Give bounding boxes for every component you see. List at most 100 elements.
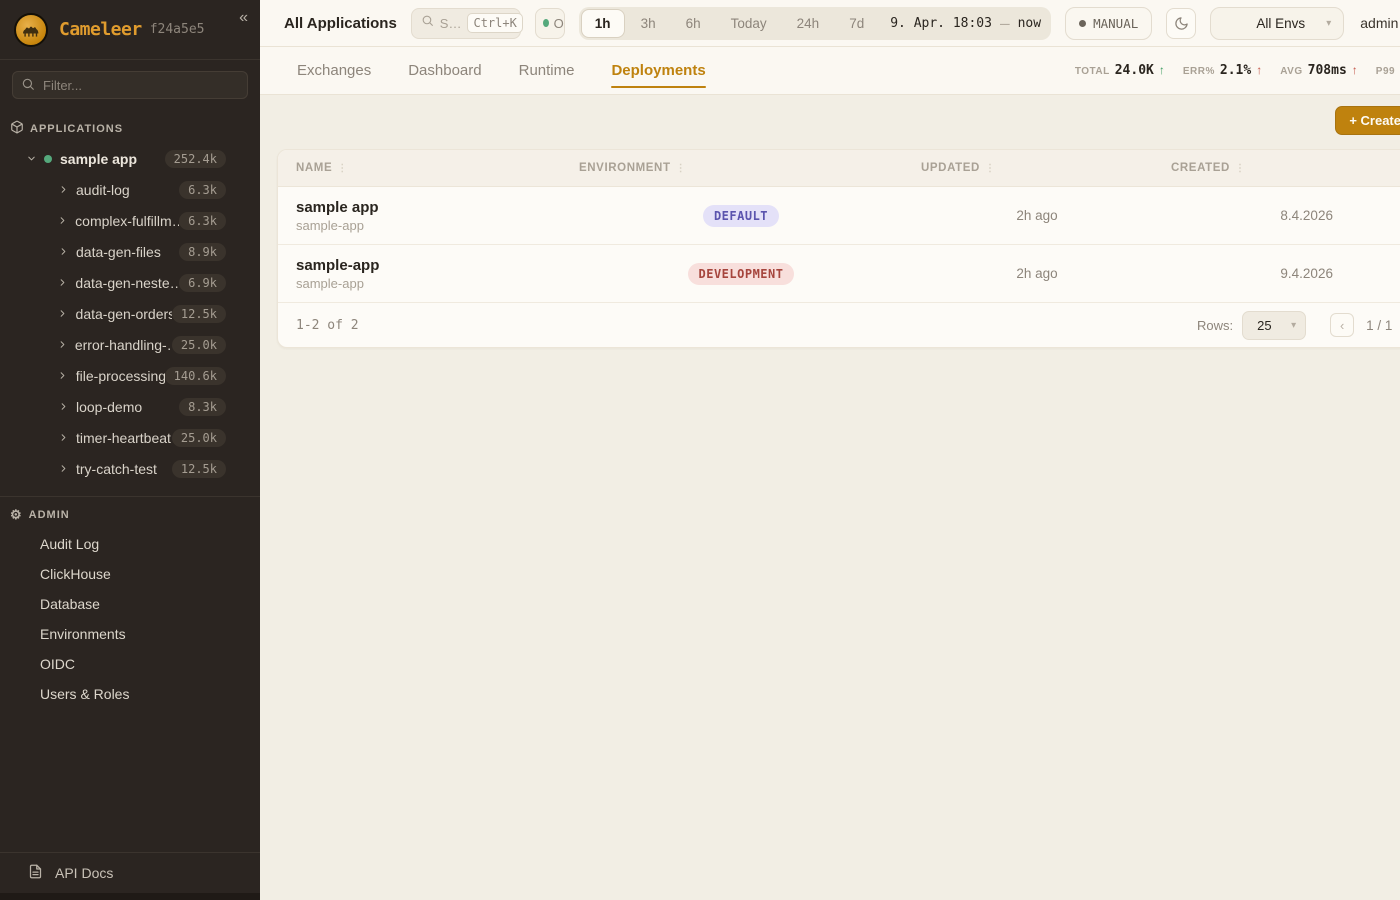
- sidebar-item-environments[interactable]: Environments: [0, 619, 260, 649]
- sidebar-item-timer-heartbeat[interactable]: timer-heartbeat 25.0k: [0, 422, 260, 453]
- sidebar-collapse-icon[interactable]: «: [239, 10, 248, 26]
- gear-icon: ⚙: [10, 507, 23, 523]
- sidebar-item-try-catch-test[interactable]: try-catch-test 12.5k: [0, 453, 260, 484]
- theme-toggle-button[interactable]: [1166, 8, 1196, 39]
- sidebar-item-audit-log-admin[interactable]: Audit Log: [0, 529, 260, 559]
- deployment-slug: sample-app: [296, 276, 561, 291]
- sidebar-filter: [12, 71, 248, 99]
- column-label: ENVIRONMENT: [579, 162, 671, 174]
- sidebar-item-data-gen-files[interactable]: data-gen-files 8.9k: [0, 236, 260, 267]
- tab-bar: Exchanges Dashboard Runtime Deployments …: [260, 47, 1400, 95]
- status-dot-icon: [44, 155, 52, 163]
- time-range-1h[interactable]: 1h: [581, 9, 625, 38]
- stat-total: TOTAL 24.0K ↑: [1075, 63, 1165, 78]
- caret-down-icon: ▾: [1326, 18, 1331, 29]
- admin-item-label: Database: [40, 596, 100, 612]
- sidebar-item-database[interactable]: Database: [0, 589, 260, 619]
- applications-section-label: APPLICATIONS: [30, 123, 123, 135]
- caret-down-icon: ▾: [1291, 320, 1296, 331]
- online-status-toggle[interactable]: O: [535, 8, 565, 39]
- count-badge: 252.4k: [165, 150, 226, 168]
- table-row[interactable]: sample app sample-app DEFAULT 2h ago 8.4…: [278, 187, 1400, 245]
- time-range-3h[interactable]: 3h: [627, 9, 670, 38]
- sidebar-item-data-gen-orders[interactable]: data-gen-orders 12.5k: [0, 298, 260, 329]
- sidebar-item-file-processing[interactable]: file-processing 140.6k: [0, 360, 260, 391]
- sidebar-item-oidc[interactable]: OIDC: [0, 649, 260, 679]
- sidebar-item-error-handling[interactable]: error-handling-… 25.0k: [0, 329, 260, 360]
- stat-value: 708ms: [1308, 63, 1347, 78]
- column-header-environment[interactable]: ENVIRONMENT ⋮: [561, 150, 903, 186]
- filter-input[interactable]: [12, 71, 248, 99]
- time-range-24h[interactable]: 24h: [783, 9, 834, 38]
- range-start-value[interactable]: 9. Apr. 18:03: [890, 16, 992, 31]
- trigger-mode-button[interactable]: MANUAL: [1065, 7, 1152, 40]
- chevron-right-icon: [56, 463, 70, 474]
- admin-section-header: ⚙ ADMIN: [0, 497, 260, 529]
- sidebar-item-users-roles[interactable]: Users & Roles: [0, 679, 260, 709]
- time-range-today[interactable]: Today: [717, 9, 781, 38]
- stat-label: AVG: [1280, 66, 1302, 77]
- rows-per-page-select[interactable]: 25 ▾: [1242, 311, 1306, 340]
- count-badge: 8.9k: [179, 243, 226, 261]
- column-header-updated[interactable]: UPDATED ⋮: [903, 150, 1153, 186]
- document-icon: [28, 864, 43, 882]
- column-label: NAME: [296, 162, 332, 174]
- chevron-right-icon: [56, 215, 69, 226]
- trend-up-icon: ↑: [1159, 63, 1165, 77]
- environment-filter-select[interactable]: All Envs ▾: [1210, 7, 1344, 40]
- range-end-value[interactable]: now: [1018, 16, 1041, 31]
- stat-p99: P99 6.6s ↑: [1376, 63, 1400, 78]
- search-icon: [421, 14, 434, 32]
- table-footer: 1-2 of 2 Rows: 25 ▾ ‹ 1 / 1 ›: [278, 303, 1400, 347]
- column-header-name[interactable]: NAME ⋮: [278, 150, 561, 186]
- time-range-7d[interactable]: 7d: [835, 9, 878, 38]
- tab-runtime[interactable]: Runtime: [519, 47, 575, 94]
- tab-dashboard[interactable]: Dashboard: [408, 47, 481, 94]
- top-bar: All Applications S… Ctrl+K O 1h 3h 6h To…: [260, 0, 1400, 47]
- admin-section-label: ADMIN: [29, 509, 70, 521]
- brand-name: Cameleer: [59, 19, 142, 40]
- time-range-6h[interactable]: 6h: [672, 9, 715, 38]
- sidebar-item-audit-log[interactable]: audit-log 6.3k: [0, 174, 260, 205]
- count-badge: 25.0k: [172, 429, 226, 447]
- api-docs-link[interactable]: API Docs: [0, 852, 260, 893]
- stats-strip: TOTAL 24.0K ↑ ERR% 2.1% ↑ AVG 708ms ↑ P9…: [1075, 63, 1400, 78]
- deployments-content: + Create App NAME ⋮ ENVIRONMENT ⋮ UPDATE…: [260, 95, 1400, 900]
- count-badge: 6.3k: [179, 212, 226, 230]
- result-range-label: 1-2 of 2: [296, 318, 359, 333]
- deployment-slug: sample-app: [296, 218, 561, 233]
- online-dot-icon: [543, 19, 549, 27]
- tab-deployments[interactable]: Deployments: [611, 47, 705, 94]
- created-value: 9.4.2026: [1280, 266, 1333, 281]
- tab-exchanges[interactable]: Exchanges: [297, 47, 371, 94]
- count-badge: 6.9k: [179, 274, 226, 292]
- sidebar-item-complex-fulfillment[interactable]: complex-fulfillm… 6.3k: [0, 205, 260, 236]
- chevron-right-icon: [56, 277, 69, 288]
- column-header-created[interactable]: CREATED ⋮: [1153, 150, 1400, 186]
- deployments-table: NAME ⋮ ENVIRONMENT ⋮ UPDATED ⋮ CREATED ⋮: [277, 149, 1400, 348]
- app-label: audit-log: [76, 182, 130, 198]
- app-label: try-catch-test: [76, 461, 157, 477]
- create-app-button[interactable]: + Create App: [1335, 106, 1400, 135]
- stat-label: ERR%: [1183, 66, 1215, 77]
- sidebar-item-sample-app[interactable]: sample app 252.4k: [0, 143, 260, 174]
- sort-icon: ⋮: [1235, 163, 1246, 174]
- prev-page-button[interactable]: ‹: [1330, 313, 1354, 337]
- global-search[interactable]: S… Ctrl+K: [411, 8, 521, 39]
- app-label: timer-heartbeat: [76, 430, 171, 446]
- page-indicator: 1 / 1: [1366, 318, 1392, 333]
- column-label: UPDATED: [921, 162, 980, 174]
- sidebar-item-clickhouse[interactable]: ClickHouse: [0, 559, 260, 589]
- chevron-right-icon: [56, 432, 70, 443]
- app-label: error-handling-…: [75, 337, 172, 353]
- sidebar-item-data-gen-nested[interactable]: data-gen-neste… 6.9k: [0, 267, 260, 298]
- count-badge: 6.3k: [179, 181, 226, 199]
- time-range-control: 1h 3h 6h Today 24h 7d 9. Apr. 18:03 – no…: [579, 7, 1051, 40]
- sidebar-item-loop-demo[interactable]: loop-demo 8.3k: [0, 391, 260, 422]
- rows-per-page-value: 25: [1257, 318, 1291, 333]
- table-row[interactable]: sample-app sample-app DEVELOPMENT 2h ago…: [278, 245, 1400, 303]
- count-badge: 140.6k: [165, 367, 226, 385]
- count-badge: 12.5k: [172, 305, 226, 323]
- sidebar: Cameleer f24a5e5 « APPLICATIONS sample a…: [0, 0, 260, 900]
- admin-item-label: Users & Roles: [40, 686, 129, 702]
